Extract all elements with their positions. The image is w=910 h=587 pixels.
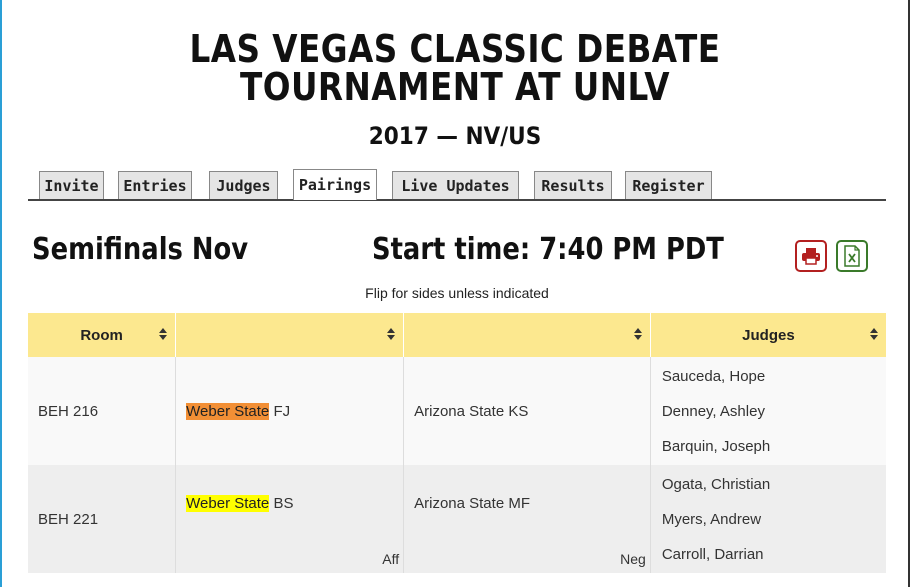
table-row: BEH 221 Weber State BS Aff Arizona State… — [28, 465, 886, 573]
judges-cell: Ogata, Christian Myers, Andrew Carroll, … — [650, 465, 886, 573]
sides-note: Flip for sides unless indicated — [365, 285, 549, 301]
column-header-team1[interactable] — [175, 313, 405, 357]
tournament-title: LAS VEGAS CLASSIC DEBATE TOURNAMENT AT U… — [189, 27, 721, 109]
column-header-judges[interactable]: Judges — [650, 313, 886, 357]
excel-export-icon — [844, 245, 860, 267]
sort-icon — [633, 328, 642, 340]
tournament-subtitle: 2017 — NV/US — [368, 122, 542, 150]
judge-name[interactable]: Myers, Andrew — [652, 502, 885, 537]
team2-name[interactable]: Arizona State MF — [414, 495, 530, 512]
team1-code: BS — [273, 494, 294, 512]
side-label-aff: Aff — [382, 551, 400, 567]
team2-name[interactable]: Arizona State KS — [414, 403, 528, 420]
sort-icon — [387, 328, 396, 340]
tab-bar: Invite Entries Judges Pairings Live Upda… — [28, 169, 886, 201]
team2-cell: Arizona State KS — [403, 357, 651, 465]
column-header-team2[interactable] — [403, 313, 651, 357]
team1-cell: Weber State FJ — [175, 357, 405, 465]
room-cell: BEH 221 — [28, 465, 177, 573]
judge-name[interactable]: Denney, Ashley — [652, 394, 885, 429]
window-left-edge — [0, 0, 2, 587]
team1-code: FJ — [273, 402, 291, 420]
team2-cell: Arizona State MF Neg — [403, 465, 651, 573]
judge-name[interactable]: Sauceda, Hope — [652, 359, 885, 394]
team1-cell: Weber State BS Aff — [175, 465, 405, 573]
tab-live-updates[interactable]: Live Updates — [392, 171, 519, 199]
tab-pairings[interactable]: Pairings — [293, 169, 377, 200]
round-name: Semifinals Nov — [32, 232, 249, 267]
pairings-table: Room Judges BEH 216 Weber State FJ Arizo… — [28, 313, 886, 573]
judge-name[interactable]: Carroll, Darrian — [652, 537, 885, 572]
tab-judges[interactable]: Judges — [209, 171, 278, 199]
column-header-label: Judges — [742, 326, 795, 344]
team1-school[interactable]: Weber State — [186, 494, 270, 512]
start-time: Start time: 7:40 PM PDT — [372, 232, 724, 267]
judge-name[interactable]: Barquin, Joseph — [652, 429, 885, 464]
tab-entries[interactable]: Entries — [118, 171, 192, 199]
excel-export-button[interactable] — [836, 240, 868, 272]
column-header-room[interactable]: Room — [28, 313, 177, 357]
judges-cell: Sauceda, Hope Denney, Ashley Barquin, Jo… — [650, 357, 886, 465]
tab-invite[interactable]: Invite — [39, 171, 104, 199]
judge-name[interactable]: Ogata, Christian — [652, 467, 885, 502]
tab-results[interactable]: Results — [534, 171, 612, 199]
print-button[interactable] — [795, 240, 827, 272]
team1-school[interactable]: Weber State — [186, 402, 270, 420]
table-row: BEH 216 Weber State FJ Arizona State KS … — [28, 357, 886, 465]
sort-icon — [159, 328, 168, 340]
room-cell: BEH 216 — [28, 357, 177, 465]
column-header-label: Room — [80, 326, 123, 344]
side-label-neg: Neg — [620, 551, 646, 567]
printer-icon — [802, 248, 820, 265]
tabs-divider — [28, 199, 886, 201]
sort-icon — [870, 328, 878, 340]
tab-register[interactable]: Register — [625, 171, 712, 199]
